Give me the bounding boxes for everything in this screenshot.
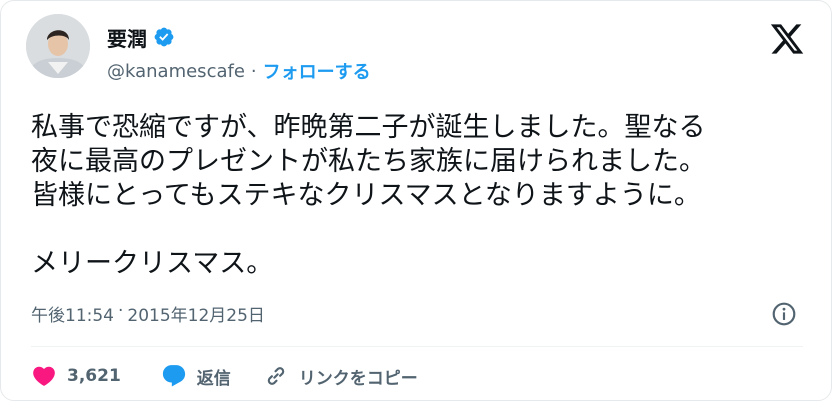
heart-icon: [33, 366, 55, 386]
author-handle-row: @kanamescafe · フォローする: [107, 57, 371, 85]
info-icon[interactable]: [771, 301, 797, 327]
like-button[interactable]: 3,621: [31, 363, 121, 389]
copy-link-label: リンクをコピー: [298, 368, 418, 389]
author-handle[interactable]: @kanamescafe: [107, 61, 245, 82]
avatar[interactable]: [26, 14, 90, 78]
tweet-timestamp: 午後11:54 · 2015年12月25日: [31, 301, 265, 326]
follow-button[interactable]: フォローする: [263, 58, 371, 84]
speech-bubble-icon: [162, 365, 185, 387]
divider: [31, 346, 803, 347]
verified-badge-icon: [154, 27, 174, 47]
tweet-actions: 3,621 返信 リンクをコピー: [31, 361, 418, 391]
handle-separator: ·: [250, 60, 257, 82]
copy-link-button[interactable]: リンクをコピー: [263, 363, 418, 389]
tweet-time[interactable]: 午後11:54: [31, 301, 114, 326]
like-count: 3,621: [67, 366, 121, 386]
tweet-text: 私事で恐縮ですが、昨晩第二子が誕生しました。聖なる 夜に最高のプレゼントが私たち…: [31, 112, 706, 279]
avatar-portrait-icon: [26, 14, 90, 78]
author-name[interactable]: 要潤: [107, 23, 147, 52]
reply-label: 返信: [196, 368, 231, 389]
reply-button[interactable]: 返信: [161, 363, 231, 389]
tweet-date[interactable]: 2015年12月25日: [127, 301, 265, 326]
x-logo-icon[interactable]: [769, 21, 805, 57]
timestamp-separator: ·: [118, 301, 124, 321]
embedded-tweet-card: 要潤 @kanamescafe · フォローする 私事で恐縮ですが、昨晩第二子が…: [0, 0, 832, 401]
link-icon: [267, 367, 284, 385]
author-name-row: 要潤: [107, 23, 175, 51]
